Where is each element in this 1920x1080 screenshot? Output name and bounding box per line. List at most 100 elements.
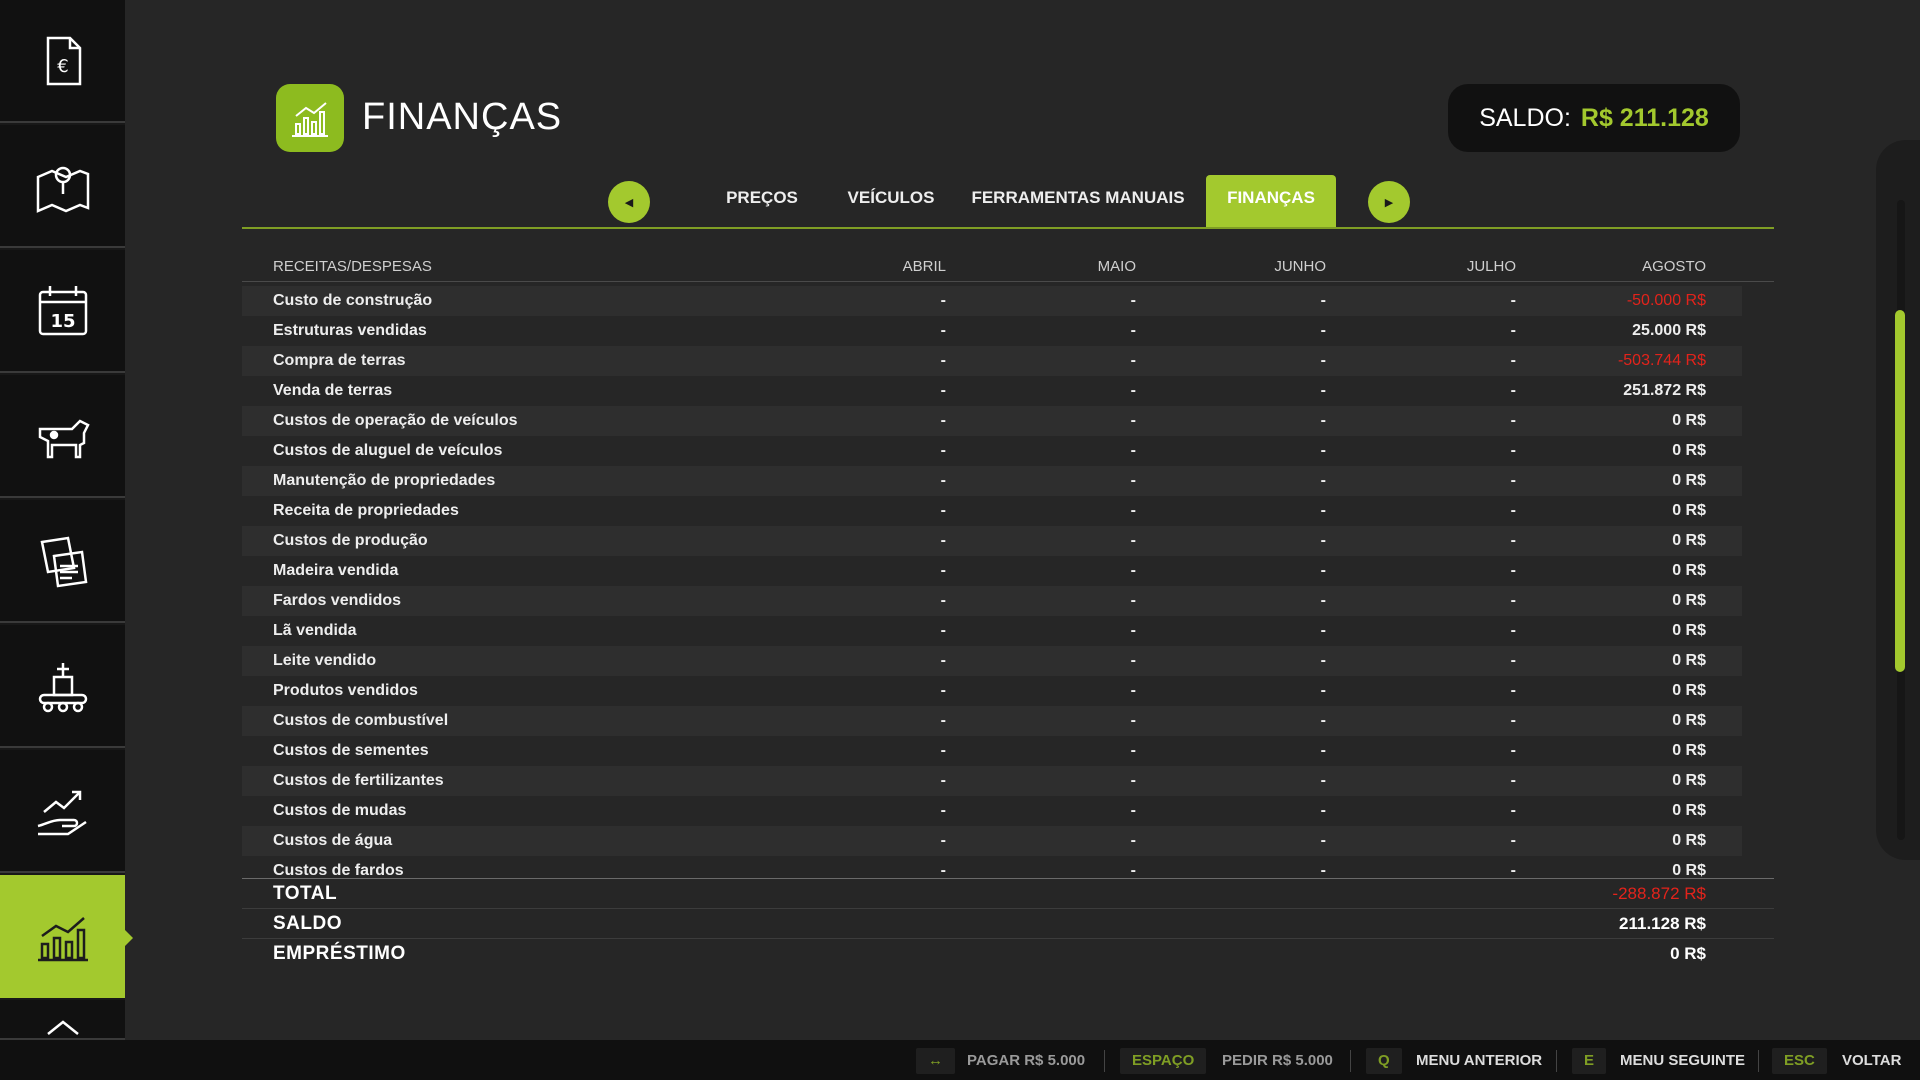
key-prev-menu[interactable]: Q — [1366, 1048, 1402, 1074]
pay-label[interactable]: PAGAR R$ 5.000 — [967, 1052, 1085, 1069]
svg-text:€: € — [57, 56, 68, 77]
tab-precos[interactable]: PREÇOS — [692, 175, 832, 227]
month-value: - — [1320, 742, 1326, 759]
sidebar-item-contracts[interactable] — [0, 500, 125, 623]
next-menu-label[interactable]: MENU SEGUINTE — [1620, 1052, 1745, 1069]
month-value: - — [1130, 562, 1136, 579]
month-value: - — [940, 832, 946, 849]
month-value: - — [1130, 322, 1136, 339]
month-value: - — [1130, 622, 1136, 639]
table-row: Custo de construção - - - - -50.000 R$ — [242, 286, 1742, 316]
month-value: - — [1130, 532, 1136, 549]
month-value: - — [1130, 652, 1136, 669]
month-value: - — [940, 742, 946, 759]
month-value: - — [1510, 322, 1516, 339]
borrow-label[interactable]: PEDIR R$ 5.000 — [1222, 1052, 1333, 1069]
agosto-value: 0 R$ — [1672, 652, 1706, 669]
month-value: - — [1320, 412, 1326, 429]
key-pay[interactable]: ↔ — [916, 1048, 955, 1074]
footer-divider — [1350, 1050, 1351, 1072]
month-value: - — [1130, 412, 1136, 429]
month-value: - — [1510, 412, 1516, 429]
agosto-value: 0 R$ — [1672, 592, 1706, 609]
tab-financas[interactable]: FINANÇAS — [1206, 175, 1336, 227]
total-value: -288.872 R$ — [1612, 884, 1706, 903]
key-back[interactable]: ESC — [1772, 1048, 1827, 1074]
month-value: - — [1320, 442, 1326, 459]
row-label: Compra de terras — [273, 352, 406, 369]
tab-ferramentas-manuais[interactable]: FERRAMENTAS MANUAIS — [953, 175, 1203, 227]
total-label: SALDO — [273, 913, 342, 934]
cow-icon — [38, 418, 90, 458]
total-row-total: TOTAL -288.872 R$ — [242, 879, 1774, 909]
total-value: 0 R$ — [1670, 944, 1706, 963]
month-value: - — [1130, 772, 1136, 789]
tab-next-button[interactable]: ▶ — [1368, 181, 1410, 223]
total-row-empréstimo: EMPRÉSTIMO 0 R$ — [242, 939, 1774, 969]
month-value: - — [1320, 712, 1326, 729]
tab-veiculos[interactable]: VEÍCULOS — [816, 175, 966, 227]
prev-menu-label[interactable]: MENU ANTERIOR — [1416, 1052, 1542, 1069]
agosto-value: 0 R$ — [1672, 682, 1706, 699]
month-value: - — [1510, 352, 1516, 369]
tab-prev-button[interactable]: ◀ — [608, 181, 650, 223]
sidebar-item-calendar[interactable]: 15 — [0, 250, 125, 373]
month-value: - — [1510, 442, 1516, 459]
month-value: - — [1320, 832, 1326, 849]
month-value: - — [940, 652, 946, 669]
price-trend-icon — [37, 790, 87, 835]
row-label: Manutenção de propriedades — [273, 472, 496, 489]
month-value: - — [1320, 592, 1326, 609]
key-borrow[interactable]: ESPAÇO — [1120, 1048, 1207, 1074]
month-value: - — [1320, 382, 1326, 399]
month-value: - — [1320, 322, 1326, 339]
sidebar-item-production[interactable] — [0, 625, 125, 748]
key-next-menu[interactable]: E — [1572, 1048, 1607, 1074]
month-value: - — [1130, 292, 1136, 309]
table-row: Custos de aluguel de veículos - - - - 0 R$ — [242, 436, 1742, 466]
agosto-value: 0 R$ — [1672, 622, 1706, 639]
agosto-value: 0 R$ — [1672, 562, 1706, 579]
footer-divider — [1556, 1050, 1557, 1072]
sidebar-item-map[interactable] — [0, 125, 125, 248]
month-value: - — [1510, 382, 1516, 399]
table-row: Fardos vendidos - - - - 0 R$ — [242, 586, 1742, 616]
total-value: 211.128 R$ — [1619, 914, 1706, 933]
agosto-value: 0 R$ — [1672, 832, 1706, 849]
svg-text:15: 15 — [50, 311, 75, 332]
month-value: - — [1130, 682, 1136, 699]
table-row: Madeira vendida - - - - 0 R$ — [242, 556, 1742, 586]
table-row: Custos de operação de veículos - - - - 0 R$ — [242, 406, 1742, 436]
table-row: Manutenção de propriedades - - - - 0 R$ — [242, 466, 1742, 496]
agosto-value: 0 R$ — [1672, 412, 1706, 429]
month-value: - — [1320, 682, 1326, 699]
map-pin-icon — [36, 166, 89, 213]
balance-box: SALDO: R$ 211.128 — [1448, 84, 1740, 152]
scrollbar-thumb[interactable] — [1895, 310, 1905, 672]
table-row: Custos de água - - - - 0 R$ — [242, 826, 1742, 856]
month-value: - — [940, 412, 946, 429]
sidebar-item-prices[interactable] — [0, 750, 125, 873]
sidebar-item-animals[interactable] — [0, 375, 125, 498]
month-value: - — [1130, 742, 1136, 759]
footer-divider — [1758, 1050, 1759, 1072]
row-label: Custos de aluguel de veículos — [273, 442, 503, 459]
calendar-icon: 15 — [38, 285, 87, 335]
sidebar-item-finances[interactable] — [0, 875, 133, 998]
bar-chart-icon — [292, 102, 328, 137]
agosto-value: -50.000 R$ — [1626, 292, 1706, 309]
footer-divider — [1104, 1050, 1105, 1072]
back-label[interactable]: VOLTAR — [1842, 1052, 1901, 1069]
row-label: Venda de terras — [273, 382, 393, 399]
month-value: - — [1320, 472, 1326, 489]
arrow-right-icon: ▶ — [1384, 196, 1394, 209]
month-value: - — [1130, 352, 1136, 369]
column-header-junho: JUNHO — [1274, 258, 1326, 275]
agosto-value: 0 R$ — [1672, 742, 1706, 759]
arrow-left-icon: ◀ — [624, 196, 634, 209]
table-row: Custos de fertilizantes - - - - 0 R$ — [242, 766, 1742, 796]
sidebar-item-invoices[interactable]: € — [0, 0, 125, 123]
month-value: - — [1130, 712, 1136, 729]
sidebar-item-more[interactable] — [0, 1000, 125, 1040]
row-label: Fardos vendidos — [273, 592, 402, 609]
